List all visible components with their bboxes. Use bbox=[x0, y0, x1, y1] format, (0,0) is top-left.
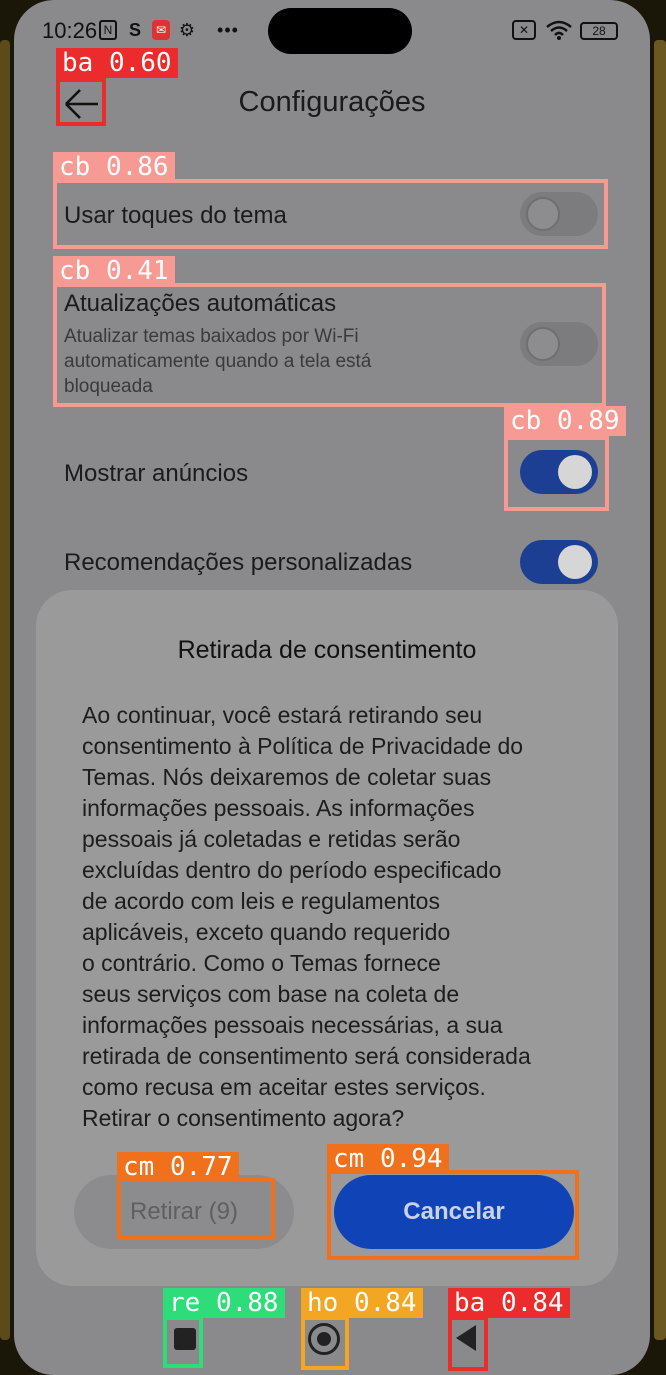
dialog-body: Ao continuar, você estará retirando seu … bbox=[82, 700, 602, 1134]
personalized-recs-toggle[interactable] bbox=[520, 540, 598, 584]
detection-label: cm 0.77 bbox=[117, 1152, 239, 1182]
dialog-body-line: Temas. Nós deixaremos de coletar suas bbox=[82, 764, 492, 790]
detection-box bbox=[53, 283, 606, 407]
setting-title: Mostrar anúncios bbox=[64, 460, 249, 487]
mail-icon: ✉ bbox=[152, 20, 170, 40]
battery-icon: 28 bbox=[580, 22, 618, 40]
status-time: 10:26 bbox=[42, 18, 98, 43]
detection-label: cb 0.41 bbox=[53, 256, 175, 286]
wifi-icon bbox=[546, 20, 572, 40]
dialog-body-line: retirada de consentimento será considera… bbox=[82, 1043, 531, 1069]
detection-label: cb 0.86 bbox=[53, 152, 175, 182]
detection-box bbox=[163, 1316, 203, 1368]
dialog-body-line: de acordo com leis e regulamentos bbox=[82, 888, 440, 914]
dialog-body-line: como recusa em aceitar estes serviços. bbox=[82, 1074, 486, 1100]
toggle-knob bbox=[558, 545, 592, 579]
dialog-body-line: o contrário. Como o Temas fornece bbox=[82, 950, 441, 976]
dialog-body-line: informações pessoais necessárias, a sua bbox=[82, 1012, 503, 1038]
detection-label: ba 0.60 bbox=[56, 48, 178, 78]
dialog-body-line: aplicáveis, exceto quando requerido bbox=[82, 919, 451, 945]
nfc-icon: N bbox=[99, 20, 117, 40]
detection-box bbox=[53, 179, 608, 249]
more-dots-icon: ••• bbox=[217, 20, 239, 40]
no-sim-icon: ✕ bbox=[512, 20, 536, 40]
detection-box bbox=[327, 1170, 579, 1260]
dialog-body-line: seus serviços com base na coleta de bbox=[82, 981, 460, 1007]
dialog-body-line: consentimento à Política de Privacidade … bbox=[82, 733, 524, 759]
page-title: Configurações bbox=[238, 86, 426, 118]
detection-label: cb 0.89 bbox=[504, 406, 626, 436]
dialog-body-line: Retirar o consentimento agora? bbox=[82, 1105, 405, 1131]
gear-icon: ⚙ bbox=[178, 20, 196, 40]
detection-label: ho 0.84 bbox=[301, 1288, 423, 1318]
detection-box bbox=[504, 436, 609, 511]
detection-label: cm 0.94 bbox=[327, 1144, 449, 1174]
dialog-body-line: pessoais já coletadas e retidas serão bbox=[82, 826, 461, 852]
dialog-body-line: excluídas dentro do período especificado bbox=[82, 857, 502, 883]
detection-label: re 0.88 bbox=[163, 1288, 285, 1318]
dialog-body-line: informações pessoais. As informações bbox=[82, 795, 475, 821]
setting-title: Recomendações personalizadas bbox=[64, 549, 413, 576]
detection-box bbox=[117, 1178, 275, 1240]
detection-box bbox=[448, 1316, 488, 1371]
dialog-body-line: Ao continuar, você estará retirando seu bbox=[82, 702, 483, 728]
s-icon: S bbox=[128, 20, 141, 40]
dialog-title: Retirada de consentimento bbox=[177, 636, 477, 664]
detection-label: ba 0.84 bbox=[448, 1288, 570, 1318]
detection-box bbox=[56, 78, 106, 126]
camera-notch bbox=[268, 8, 412, 54]
detection-box bbox=[301, 1316, 349, 1370]
